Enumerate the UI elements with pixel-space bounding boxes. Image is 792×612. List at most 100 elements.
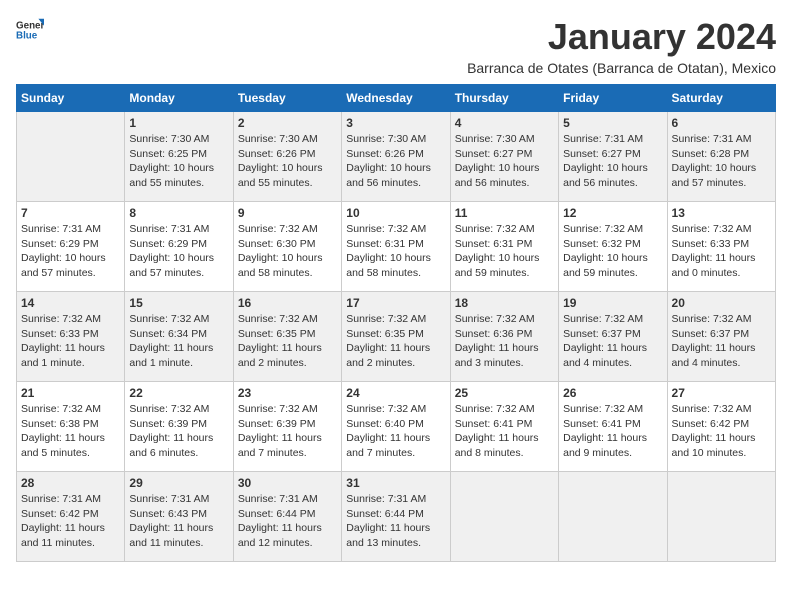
day-number: 10 [346,206,445,220]
day-number: 19 [563,296,662,310]
calendar-week-row: 28 Sunrise: 7:31 AM Sunset: 6:42 PM Dayli… [17,472,776,562]
day-number: 26 [563,386,662,400]
title-area: January 2024 Barranca de Otates (Barranc… [467,16,776,76]
day-number: 2 [238,116,337,130]
day-number: 6 [672,116,771,130]
calendar-cell: 21 Sunrise: 7:32 AM Sunset: 6:38 PM Dayli… [17,382,125,472]
cell-text: Sunrise: 7:32 AM Sunset: 6:34 PM Dayligh… [129,312,228,371]
weekday-header: Wednesday [342,85,450,112]
calendar-cell: 14 Sunrise: 7:32 AM Sunset: 6:33 PM Dayli… [17,292,125,382]
cell-text: Sunrise: 7:32 AM Sunset: 6:39 PM Dayligh… [238,402,337,461]
calendar-cell: 20Sunrise: 7:32 AM Sunset: 6:37 PM Dayli… [667,292,775,382]
cell-text: Sunrise: 7:32 AM Sunset: 6:41 PM Dayligh… [455,402,554,461]
calendar-cell: 23 Sunrise: 7:32 AM Sunset: 6:39 PM Dayli… [233,382,341,472]
calendar-cell: 15 Sunrise: 7:32 AM Sunset: 6:34 PM Dayli… [125,292,233,382]
cell-text: Sunrise: 7:32 AM Sunset: 6:31 PM Dayligh… [455,222,554,281]
calendar-cell: 4 Sunrise: 7:30 AM Sunset: 6:27 PM Daylig… [450,112,558,202]
calendar-cell: 18 Sunrise: 7:32 AM Sunset: 6:36 PM Dayli… [450,292,558,382]
day-number: 9 [238,206,337,220]
day-number: 1 [129,116,228,130]
calendar-cell: 19Sunrise: 7:32 AM Sunset: 6:37 PM Dayli… [559,292,667,382]
day-number: 23 [238,386,337,400]
day-number: 12 [563,206,662,220]
calendar-cell: 30Sunrise: 7:31 AM Sunset: 6:44 PM Dayli… [233,472,341,562]
day-number: 24 [346,386,445,400]
day-number: 16 [238,296,337,310]
cell-text: Sunrise: 7:31 AM Sunset: 6:28 PM Dayligh… [672,132,771,191]
calendar-cell: 17 Sunrise: 7:32 AM Sunset: 6:35 PM Dayli… [342,292,450,382]
cell-text: Sunrise: 7:32 AM Sunset: 6:38 PM Dayligh… [21,402,120,461]
cell-text: Sunrise: 7:32 AM Sunset: 6:37 PM Dayligh… [672,312,771,371]
page-header: General Blue January 2024 Barranca de Ot… [16,16,776,76]
cell-text: Sunrise: 7:32 AM Sunset: 6:41 PM Dayligh… [563,402,662,461]
cell-text: Sunrise: 7:32 AM Sunset: 6:30 PM Dayligh… [238,222,337,281]
cell-text: Sunrise: 7:32 AM Sunset: 6:32 PM Dayligh… [563,222,662,281]
day-number: 18 [455,296,554,310]
calendar-cell: 28 Sunrise: 7:31 AM Sunset: 6:42 PM Dayli… [17,472,125,562]
cell-text: Sunrise: 7:32 AM Sunset: 6:40 PM Dayligh… [346,402,445,461]
cell-text: Sunrise: 7:31 AM Sunset: 6:29 PM Dayligh… [129,222,228,281]
cell-text: Sunrise: 7:31 AM Sunset: 6:42 PM Dayligh… [21,492,120,551]
calendar-cell: 16Sunrise: 7:32 AM Sunset: 6:35 PM Dayli… [233,292,341,382]
cell-text: Sunrise: 7:31 AM Sunset: 6:44 PM Dayligh… [238,492,337,551]
cell-text: Sunrise: 7:32 AM Sunset: 6:31 PM Dayligh… [346,222,445,281]
calendar-cell [450,472,558,562]
cell-text: Sunrise: 7:30 AM Sunset: 6:25 PM Dayligh… [129,132,228,191]
calendar-cell: 7Sunrise: 7:31 AM Sunset: 6:29 PM Daylig… [17,202,125,292]
calendar-cell: 29 Sunrise: 7:31 AM Sunset: 6:43 PM Dayli… [125,472,233,562]
day-number: 21 [21,386,120,400]
day-number: 4 [455,116,554,130]
weekday-header: Tuesday [233,85,341,112]
day-number: 5 [563,116,662,130]
calendar-week-row: 21 Sunrise: 7:32 AM Sunset: 6:38 PM Dayli… [17,382,776,472]
calendar-cell: 8Sunrise: 7:31 AM Sunset: 6:29 PM Daylig… [125,202,233,292]
day-number: 17 [346,296,445,310]
calendar-cell: 31Sunrise: 7:31 AM Sunset: 6:44 PM Dayli… [342,472,450,562]
calendar-cell: 26 Sunrise: 7:32 AM Sunset: 6:41 PM Dayli… [559,382,667,472]
day-number: 22 [129,386,228,400]
cell-text: Sunrise: 7:31 AM Sunset: 6:43 PM Dayligh… [129,492,228,551]
calendar-cell: 24 Sunrise: 7:32 AM Sunset: 6:40 PM Dayli… [342,382,450,472]
calendar-cell: 10 Sunrise: 7:32 AM Sunset: 6:31 PM Dayli… [342,202,450,292]
day-number: 13 [672,206,771,220]
subtitle: Barranca de Otates (Barranca de Otatan),… [467,60,776,76]
calendar-cell: 9 Sunrise: 7:32 AM Sunset: 6:30 PM Daylig… [233,202,341,292]
calendar-table: SundayMondayTuesdayWednesdayThursdayFrid… [16,84,776,562]
day-number: 14 [21,296,120,310]
svg-text:Blue: Blue [16,30,38,41]
calendar-cell [667,472,775,562]
weekday-header: Saturday [667,85,775,112]
cell-text: Sunrise: 7:32 AM Sunset: 6:35 PM Dayligh… [346,312,445,371]
calendar-cell: 3 Sunrise: 7:30 AM Sunset: 6:26 PM Daylig… [342,112,450,202]
calendar-cell: 13 Sunrise: 7:32 AM Sunset: 6:33 PM Dayli… [667,202,775,292]
weekday-header: Thursday [450,85,558,112]
cell-text: Sunrise: 7:32 AM Sunset: 6:39 PM Dayligh… [129,402,228,461]
day-number: 28 [21,476,120,490]
cell-text: Sunrise: 7:31 AM Sunset: 6:27 PM Dayligh… [563,132,662,191]
day-number: 25 [455,386,554,400]
day-number: 15 [129,296,228,310]
day-number: 31 [346,476,445,490]
calendar-cell: 12 Sunrise: 7:32 AM Sunset: 6:32 PM Dayli… [559,202,667,292]
weekday-header: Monday [125,85,233,112]
day-number: 7 [21,206,120,220]
main-title: January 2024 [467,16,776,58]
calendar-cell: 5 Sunrise: 7:31 AM Sunset: 6:27 PM Daylig… [559,112,667,202]
cell-text: Sunrise: 7:32 AM Sunset: 6:33 PM Dayligh… [672,222,771,281]
cell-text: Sunrise: 7:32 AM Sunset: 6:36 PM Dayligh… [455,312,554,371]
weekday-header: Friday [559,85,667,112]
day-number: 11 [455,206,554,220]
calendar-cell: 25 Sunrise: 7:32 AM Sunset: 6:41 PM Dayli… [450,382,558,472]
day-number: 3 [346,116,445,130]
calendar-week-row: 7 Sunrise: 7:31 AM Sunset: 6:29 PM Daylig… [17,202,776,292]
day-number: 29 [129,476,228,490]
calendar-cell: 27Sunrise: 7:32 AM Sunset: 6:42 PM Dayli… [667,382,775,472]
weekday-header: Sunday [17,85,125,112]
cell-text: Sunrise: 7:30 AM Sunset: 6:26 PM Dayligh… [238,132,337,191]
logo-icon: General Blue [16,16,44,44]
cell-text: Sunrise: 7:30 AM Sunset: 6:26 PM Dayligh… [346,132,445,191]
day-number: 27 [672,386,771,400]
cell-text: Sunrise: 7:32 AM Sunset: 6:33 PM Dayligh… [21,312,120,371]
cell-text: Sunrise: 7:30 AM Sunset: 6:27 PM Dayligh… [455,132,554,191]
calendar-cell: 11 Sunrise: 7:32 AM Sunset: 6:31 PM Dayli… [450,202,558,292]
